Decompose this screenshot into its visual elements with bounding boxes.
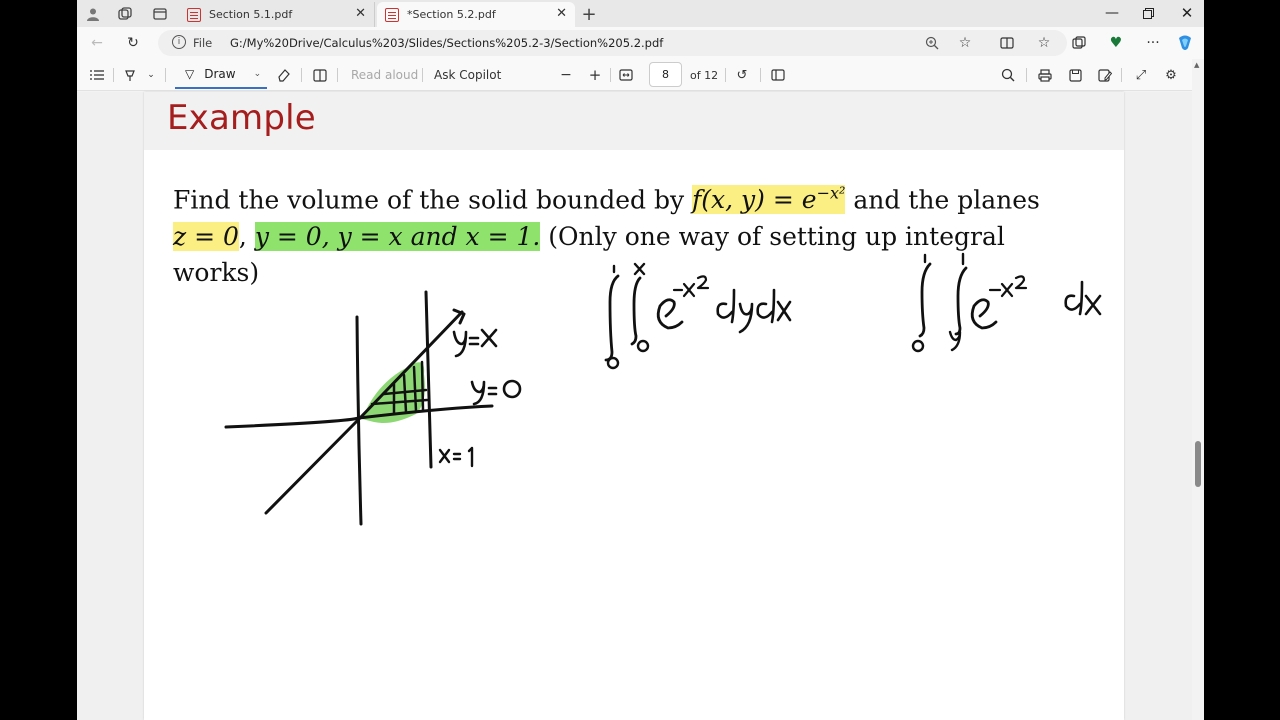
label-equals [452,452,462,461]
highlight-dropdown-icon[interactable]: ⌄ [145,66,157,84]
vertical-scrollbar[interactable]: ▲ [1192,59,1204,720]
line-y-equals-x [264,310,464,515]
lower-limit-0 [606,356,620,370]
close-window-button[interactable]: ✕ [1167,2,1204,24]
address-bar[interactable]: i File G:/My%20Drive/Calculus%203/Slides… [158,30,1067,56]
highlight-icon[interactable] [121,66,139,84]
label-x [480,328,498,348]
minimize-button[interactable]: — [1092,2,1132,24]
pdf-file-icon [187,7,201,22]
fullscreen-icon[interactable]: ⤢ [1132,66,1150,84]
lower-limit-0 [911,339,925,353]
url-text[interactable]: G:/My%20Drive/Calculus%203/Slides/Sectio… [230,36,663,50]
tab-strip: Section 5.1.pdf ✕ *Section 5.2.pdf ✕ + —… [77,0,1204,27]
label-y-eq-0 [470,380,486,406]
ink-d [756,288,776,324]
ink-exponent [988,275,1028,298]
collections-icon[interactable] [1069,33,1089,53]
outer-integral-sign [918,262,932,338]
tab-title: Section 5.1.pdf [209,8,293,21]
new-tab-icon[interactable]: + [578,3,600,25]
zoom-out-icon[interactable]: − [557,66,575,84]
contents-list-icon[interactable] [89,66,105,84]
label-y-eq-x [452,330,468,358]
outer-integral-sign [604,274,620,362]
zoom-icon[interactable] [922,33,942,53]
ink-x [776,300,792,322]
tab-title: *Section 5.2.pdf [407,8,496,21]
label-x-eq-1 [438,448,451,464]
refresh-icon[interactable]: ↻ [123,33,143,53]
tab-section-5-2[interactable]: *Section 5.2.pdf ✕ [377,2,575,27]
back-icon[interactable]: ← [87,33,107,53]
scheme-label: File [193,36,213,50]
zoom-in-icon[interactable]: + [586,66,604,84]
profile-icon[interactable] [82,3,104,25]
label-equals [487,386,498,396]
line-x-equals-1 [424,290,433,469]
tab-section-5-1[interactable]: Section 5.1.pdf ✕ [179,2,375,27]
favorites-icon[interactable]: ☆ [1034,33,1054,53]
address-bar-row: ← ↻ i File G:/My%20Drive/Calculus%203/Sl… [77,27,1204,59]
pdf-file-icon [385,7,399,22]
document-viewer[interactable]: Example Find the volume of the solid bou… [77,92,1192,720]
search-icon[interactable] [999,66,1017,84]
ink-e [656,298,684,330]
site-info-icon[interactable]: i [172,35,186,49]
workspaces-icon[interactable] [114,3,136,25]
vertical-tabs-icon[interactable] [149,3,171,25]
ask-copilot-button[interactable]: Ask Copilot [434,66,501,84]
scrollbar-thumb[interactable] [1195,441,1201,487]
ink-d [716,288,736,324]
eraser-icon[interactable] [275,66,293,84]
settings-gear-icon[interactable]: ⚙ [1162,66,1180,84]
lower-limit-0 [636,339,650,353]
label-zero [502,379,522,399]
maximize-button[interactable] [1128,2,1168,24]
inner-integral-sign [630,276,642,346]
close-tab-icon[interactable]: ✕ [556,6,567,21]
label-equals [468,336,480,346]
browser-essentials-icon[interactable]: ♥ [1106,33,1126,53]
ink-d [1064,280,1084,316]
save-as-icon[interactable] [1096,66,1114,84]
ink-exponent [672,275,710,298]
split-screen-icon[interactable] [997,33,1017,53]
pen-icon: ▽ [185,67,195,81]
ink-e [970,298,998,330]
print-icon[interactable] [1036,66,1054,84]
ink-annotations [224,252,1102,526]
save-icon[interactable] [1066,66,1084,84]
rotate-icon[interactable]: ↺ [733,66,751,84]
ink-x [1084,294,1102,316]
draw-label: Draw [204,67,236,81]
page-total: of 12 [690,68,719,82]
read-aloud-button[interactable]: Read aloud [351,66,418,84]
draw-button[interactable]: ▽ Draw ⌄ [175,61,267,89]
favorite-star-icon[interactable]: ☆ [955,33,975,53]
label-one [467,446,474,468]
inner-integral-sign [954,266,968,336]
upper-limit-x [633,262,646,276]
two-page-view-icon[interactable] [769,66,787,84]
scroll-up-arrow-icon[interactable]: ▲ [1194,61,1199,69]
x-axis-left [224,416,361,429]
more-options-icon[interactable]: ··· [1143,33,1163,53]
pdf-page: Example Find the volume of the solid bou… [144,92,1124,720]
page-number-input[interactable]: 8 [649,62,682,87]
close-tab-icon[interactable]: ✕ [355,6,366,21]
ink-y [738,302,754,334]
copilot-icon[interactable] [1175,33,1195,53]
fit-width-icon[interactable] [616,66,636,84]
browser-window: Section 5.1.pdf ✕ *Section 5.2.pdf ✕ + —… [77,0,1204,720]
chevron-down-icon[interactable]: ⌄ [254,69,262,79]
pdf-toolbar: ⌄ ▽ Draw ⌄ Read aloud Ask Copilot − + 8 … [77,59,1204,91]
page-view-icon[interactable] [311,66,329,84]
